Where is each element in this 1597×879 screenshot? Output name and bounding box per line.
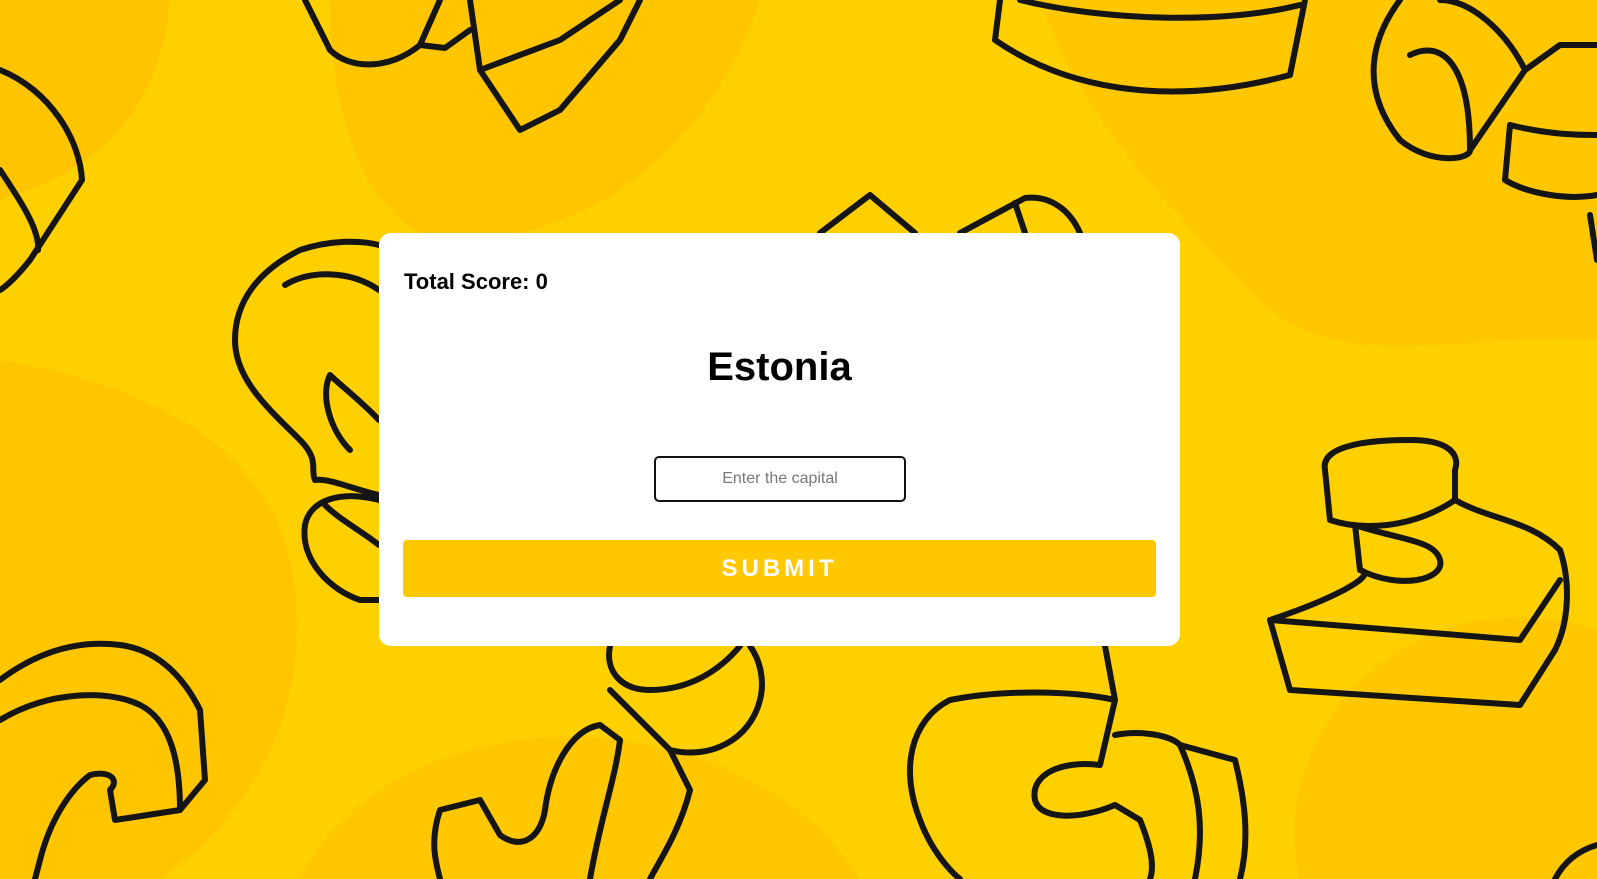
quiz-card: Total Score: 0 Estonia SUBMIT <box>379 233 1180 646</box>
background-blob <box>300 736 860 879</box>
background-blob <box>0 0 170 200</box>
capital-input[interactable] <box>654 456 906 502</box>
background-blob <box>0 360 298 879</box>
country-name: Estonia <box>707 345 852 389</box>
submit-button[interactable]: SUBMIT <box>403 540 1156 597</box>
total-score: Total Score: 0 <box>404 269 548 294</box>
quiz-page: Total Score: 0 Estonia SUBMIT <box>0 0 1597 879</box>
